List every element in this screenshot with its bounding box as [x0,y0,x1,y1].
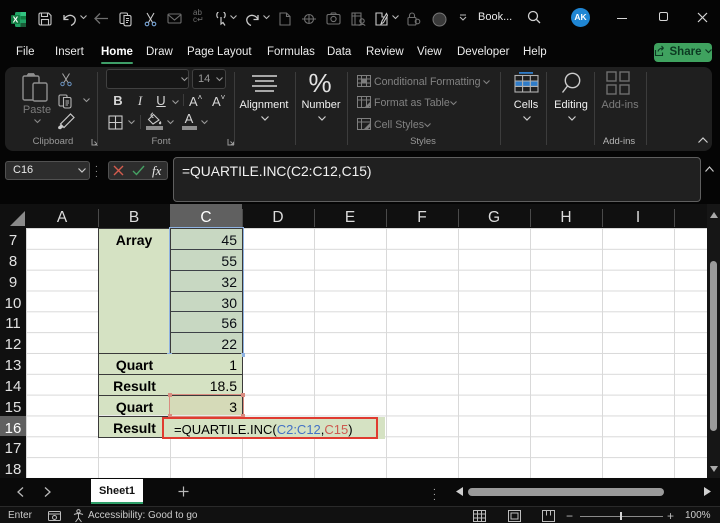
svg-text:X: X [13,15,19,25]
